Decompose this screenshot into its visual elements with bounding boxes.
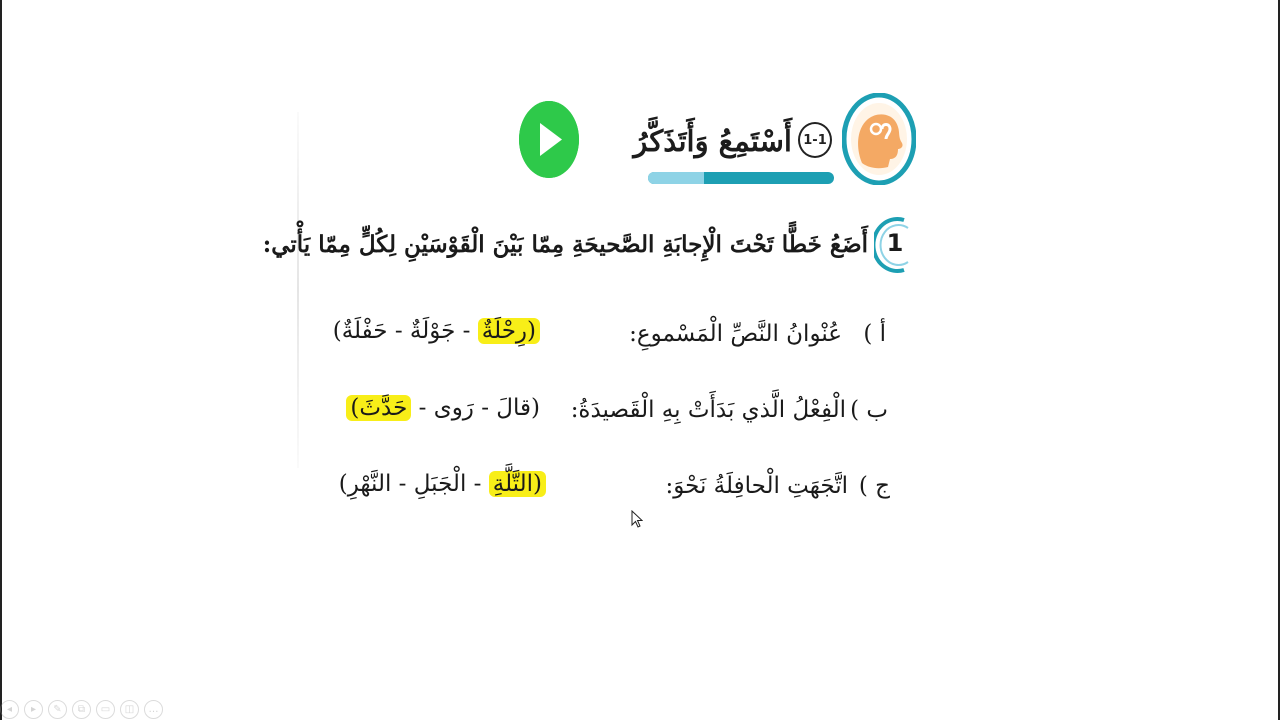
item-b-choices: (قالَ - رَوى - حَدَّثَ) [330,384,540,432]
item-a-choices: (رِحْلَةٌ - جَوْلَةٌ - حَفْلَةٌ) [312,306,540,356]
item-c-choice-correct[interactable]: (التَّلَّةِ [488,471,546,497]
mouse-cursor-icon [631,510,643,528]
previous-icon[interactable]: ◂ [0,700,19,719]
listening-head-icon [842,93,916,185]
item-a-choice-correct[interactable]: (رِحْلَةٌ [477,318,540,344]
title-underline-bar [648,172,834,184]
slides-icon[interactable]: ▭ [96,700,115,719]
item-a-choices-rest: - جَوْلَةٌ - حَفْلَةٌ) [332,318,478,344]
item-b-prompt: الْفِعْلُ الَّذي بَدَأَتْ بِهِ الْقَصيدَ… [570,397,846,423]
item-b-choice-correct[interactable]: حَدَّثَ) [346,395,412,421]
item-b-label: ب ) [850,397,888,423]
pen-icon[interactable]: ✎ [48,700,67,719]
section-title: أَسْتَمِعُ وَأَتَذَكَّرُ [633,124,792,158]
play-icon[interactable]: ▸ [24,700,43,719]
play-icon [519,101,579,178]
slide-toolbar: ◂ ▸ ✎ ⧉ ▭ ◫ … [0,700,163,720]
question-instruction: أَضَعُ خَطًّا تَحْتَ الْإِجابَةِ الصَّحي… [262,231,868,258]
item-a-label: أ ) [863,321,886,347]
more-icon[interactable]: … [144,700,163,719]
copy-icon[interactable]: ⧉ [72,700,91,719]
window-left-border [0,0,2,720]
item-c-label: ج ) [858,473,890,499]
item-b-choices-rest: (قالَ - رَوى - [411,395,540,421]
page-edge-shadow [297,112,299,468]
section-number-badge: 1-1 [798,122,832,158]
question-number: 1 [886,229,904,257]
play-audio-button[interactable] [519,101,579,178]
item-c-choices-rest: - الْجَبَلِ - النَّهْرِ) [338,471,489,497]
item-a-prompt: عُنْوانُ النَّصِّ الْمَسْموعِ: [629,321,842,347]
item-c-choices: (التَّلَّةِ - الْجَبَلِ - النَّهْرِ) [326,460,546,508]
camera-icon[interactable]: ◫ [120,700,139,719]
title-underline-light [648,172,704,184]
item-c-prompt: اتَّجَهَتِ الْحافِلَةُ نَحْوَ: [665,473,848,499]
